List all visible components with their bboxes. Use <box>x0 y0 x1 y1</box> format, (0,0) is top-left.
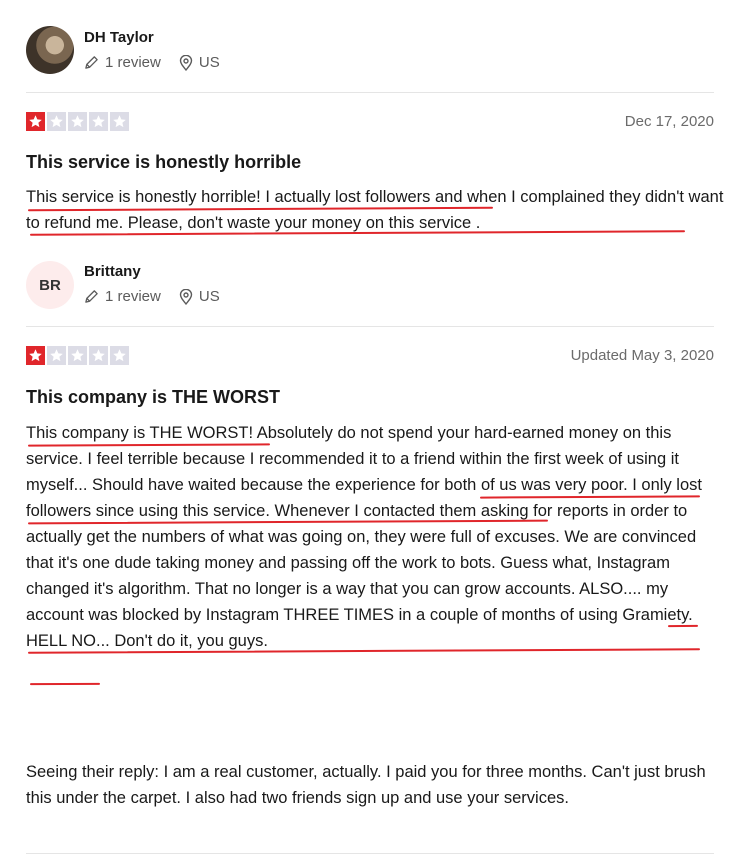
star-rating <box>26 112 129 131</box>
location-pin-icon <box>179 288 193 305</box>
review-count: 1 review <box>105 54 161 71</box>
divider <box>26 853 714 854</box>
star-icon-empty <box>47 346 66 365</box>
location-pin-icon <box>179 54 193 71</box>
reviewer-avatar[interactable]: BR <box>26 261 74 309</box>
pencil-icon <box>84 289 99 304</box>
review-body-paragraph: Seeing their reply: I am a real customer… <box>26 763 706 807</box>
review-count: 1 review <box>105 288 161 305</box>
star-icon-empty <box>110 112 129 131</box>
review-body: This company is THE WORST! Absolutely do… <box>26 424 702 650</box>
highlight-underline <box>29 682 101 686</box>
reviewer-country: US <box>198 54 220 71</box>
review-date: Updated May 3, 2020 <box>570 347 714 364</box>
pencil-icon <box>84 55 99 70</box>
star-rating <box>26 346 129 365</box>
review-title[interactable]: This company is THE WORST <box>26 387 280 408</box>
star-icon-empty <box>89 346 108 365</box>
star-icon-empty <box>68 346 87 365</box>
reviewer-name[interactable]: Brittany <box>84 263 141 280</box>
star-icon-filled <box>26 346 45 365</box>
reviewer-country: US <box>198 288 220 305</box>
star-icon-filled <box>26 112 45 131</box>
review-title[interactable]: This service is honestly horrible <box>26 152 301 173</box>
review-date: Dec 17, 2020 <box>624 113 714 130</box>
highlight-underline <box>667 624 699 628</box>
star-icon-empty <box>89 112 108 131</box>
star-icon-empty <box>110 346 129 365</box>
reviewer-meta: 1 review US <box>84 288 220 305</box>
reviewer-meta: 1 review US <box>84 54 220 71</box>
reviewer-name[interactable]: DH Taylor <box>84 29 154 46</box>
divider <box>26 326 714 327</box>
star-icon-empty <box>68 112 87 131</box>
divider <box>26 92 714 93</box>
star-icon-empty <box>47 112 66 131</box>
reviewer-avatar[interactable] <box>26 26 74 74</box>
